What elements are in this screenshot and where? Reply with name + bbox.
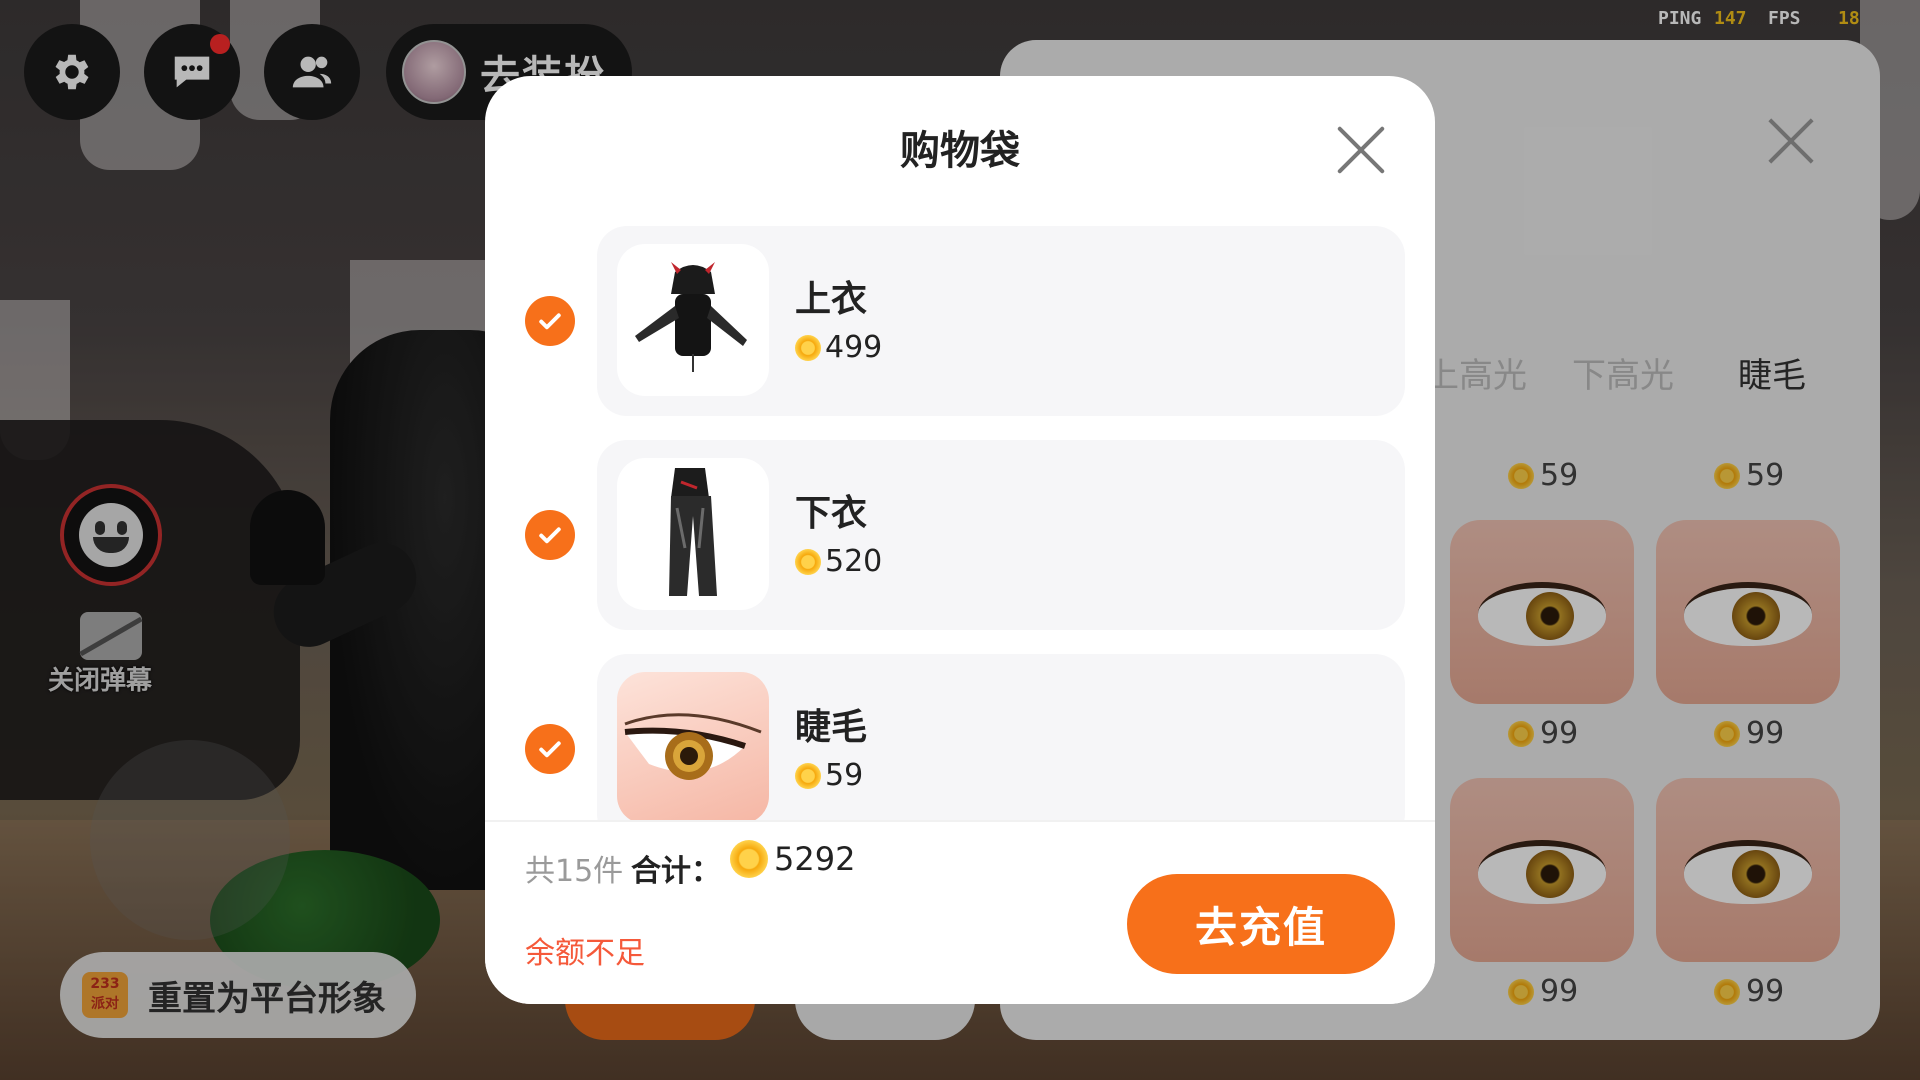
total-label: 合计：: [631, 854, 721, 889]
insufficient-balance-text: 余额不足: [525, 936, 645, 971]
recharge-button[interactable]: 去充值: [1127, 874, 1395, 974]
item-thumbnail: [617, 672, 769, 824]
shopping-bag-dialog: 购物袋 上衣 499 下衣 520 睫毛 59 共15件 合计： 5292 余额…: [485, 76, 1435, 1004]
item-price-value: 59: [825, 758, 864, 793]
eyelash-icon: [624, 713, 762, 780]
cart-item-list[interactable]: 上衣 499 下衣 520 睫毛 59: [485, 226, 1435, 898]
dialog-title: 购物袋: [900, 128, 1020, 174]
item-name: 上衣: [795, 279, 868, 320]
coin-icon: [730, 840, 768, 878]
item-checkbox[interactable]: [525, 510, 575, 560]
checkmark-icon: [539, 741, 561, 758]
close-icon[interactable]: [1335, 124, 1387, 176]
total-price-value: 5292: [774, 840, 856, 878]
coin-icon: [795, 548, 821, 575]
item-price: 499: [795, 330, 882, 365]
total-price: 5292: [730, 840, 855, 878]
coin-icon: [795, 762, 821, 789]
item-card[interactable]: 下衣 520: [597, 440, 1405, 630]
checkmark-icon: [539, 313, 561, 330]
item-thumbnail: [617, 458, 769, 610]
checkout-footer: 共15件 合计： 5292 余额不足 去充值: [485, 820, 1435, 1004]
cart-item: 下衣 520: [485, 440, 1435, 630]
item-checkbox[interactable]: [525, 724, 575, 774]
item-card[interactable]: 上衣 499: [597, 226, 1405, 416]
hoodie-top-icon: [635, 262, 747, 372]
item-name: 下衣: [795, 493, 868, 534]
item-price: 59: [795, 758, 863, 793]
cart-item: 上衣 499: [485, 226, 1435, 416]
item-price-value: 520: [825, 544, 883, 579]
checkmark-icon: [539, 527, 561, 544]
pants-icon: [669, 468, 717, 596]
cart-item: 睫毛 59: [485, 654, 1435, 844]
coin-icon: [795, 334, 821, 361]
item-price: 520: [795, 544, 882, 579]
item-name: 睫毛: [795, 707, 868, 748]
item-price-value: 499: [825, 330, 883, 365]
item-count: 共15件: [525, 854, 624, 889]
item-thumbnail: [617, 244, 769, 396]
item-checkbox[interactable]: [525, 296, 575, 346]
item-card[interactable]: 睫毛 59: [597, 654, 1405, 844]
